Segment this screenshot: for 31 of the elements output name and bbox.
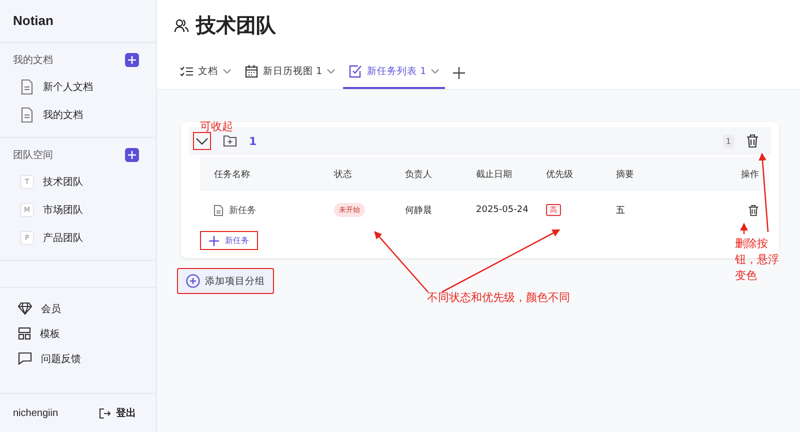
section-title: 团队空间 — [13, 148, 53, 162]
sidebar-item[interactable]: 新个人文档 — [0, 73, 156, 101]
section-title: 我的文档 — [13, 54, 53, 67]
view-tab[interactable]: 新日历视图 1 — [239, 59, 342, 89]
app-name: Notian — [0, 0, 156, 43]
column-header: 优先级 — [546, 168, 574, 180]
column-header: 状态 — [334, 168, 353, 180]
page-title: 技术团队 — [196, 12, 276, 39]
view-tab[interactable]: 文档 — [174, 59, 237, 89]
table-cell-text: 五 — [616, 204, 626, 216]
sidebar-link[interactable]: 模板 — [0, 321, 156, 346]
column-header: 操作 — [740, 168, 760, 180]
task-name-cell: 新任务 — [200, 204, 334, 216]
logout-button[interactable]: 登出 — [99, 406, 136, 420]
annotation-text: 删除按钮，悬浮变色 — [735, 236, 780, 284]
add-group-button[interactable]: 添加项目分组 — [177, 268, 274, 294]
column-header: 任务名称 — [213, 168, 251, 180]
new-task-button[interactable]: 新任务 — [200, 231, 258, 250]
view-tab[interactable]: 新任务列表 1 — [343, 59, 446, 89]
column-header: 摘要 — [616, 168, 635, 180]
count-badge: 1 — [722, 134, 734, 148]
sidebar-link[interactable]: 会员 — [0, 296, 156, 321]
column-header: 负责人 — [405, 168, 433, 180]
annotation-text: 不同状态和优先级，颜色不同 — [427, 290, 570, 306]
username: nichengiin — [13, 408, 58, 418]
group-name: 1 — [249, 134, 257, 148]
table-cell-text: 何静晨 — [405, 204, 433, 216]
sidebar-link[interactable]: 问题反馈 — [0, 346, 156, 371]
sidebar-item[interactable]: 我的文档 — [0, 101, 156, 129]
column-header: 截止日期 — [476, 168, 513, 180]
table-cell-text: 2025-05-24 — [476, 205, 530, 215]
